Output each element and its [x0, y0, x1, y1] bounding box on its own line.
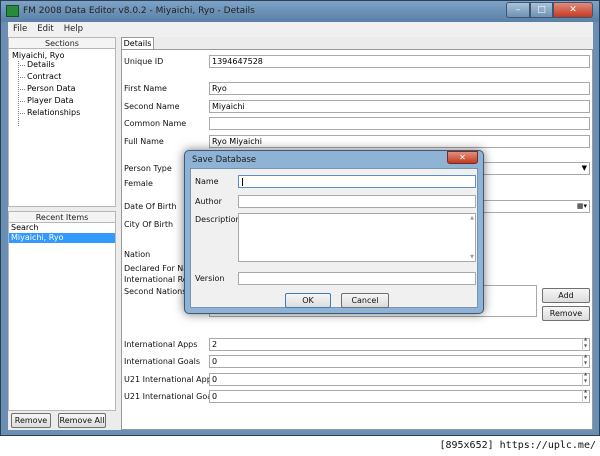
second-nations-label: Second Nations: [124, 287, 187, 296]
save-database-dialog: Save Database ✕ Name Author Description …: [184, 150, 484, 314]
recent-item-player[interactable]: Miyaichi, Ryo: [9, 233, 115, 243]
text-caret: [242, 178, 243, 186]
window-title: FM 2008 Data Editor v8.0.2 - Miyaichi, R…: [23, 6, 255, 16]
international-apps-field[interactable]: 2: [209, 338, 590, 351]
second-name-label: Second Name: [124, 102, 180, 111]
author-input[interactable]: [238, 195, 476, 208]
u21-apps-stepper[interactable]: [582, 371, 589, 386]
sections-header: Sections: [8, 37, 116, 49]
first-name-label: First Name: [124, 84, 167, 93]
u21-apps-label: U21 International Apps: [124, 375, 216, 384]
close-button[interactable]: ✕: [553, 2, 593, 18]
calendar-dropdown-icon[interactable]: ▦▾: [577, 201, 587, 212]
remove-second-nation-button[interactable]: Remove: [542, 306, 590, 321]
international-goals-stepper[interactable]: [582, 353, 589, 368]
menu-help[interactable]: Help: [59, 22, 88, 37]
person-type-label: Person Type: [124, 164, 172, 173]
tree-connector: [18, 113, 25, 114]
recent-remove-button[interactable]: Remove: [11, 413, 51, 428]
recent-items-panel: Recent Items Search Miyaichi, Ryo: [8, 211, 116, 411]
city-of-birth-label: City Of Birth: [124, 220, 174, 229]
chevron-down-icon: ▼: [581, 164, 587, 172]
international-goals-field[interactable]: 0: [209, 355, 590, 368]
full-name-field[interactable]: Ryo Miyaichi: [209, 135, 590, 148]
app-icon: [6, 5, 19, 17]
tree-connector: [18, 101, 25, 102]
tree-connector: [18, 77, 25, 78]
tree-connector: [18, 61, 19, 126]
recent-remove-all-button[interactable]: Remove All: [58, 413, 106, 428]
version-input[interactable]: [238, 272, 476, 285]
first-name-field[interactable]: Ryo: [209, 82, 590, 95]
section-relationships[interactable]: Relationships: [27, 108, 80, 117]
name-label: Name: [195, 177, 219, 186]
recent-items-list: Search Miyaichi, Ryo: [8, 223, 116, 411]
person-type-select[interactable]: ▼: [477, 162, 590, 175]
window-controls: – □ ✕: [506, 2, 593, 18]
unique-id-field[interactable]: 1394647528: [209, 55, 590, 68]
u21-goals-stepper[interactable]: [582, 388, 589, 403]
dialog-title: Save Database: [192, 155, 257, 165]
unique-id-label: Unique ID: [124, 57, 164, 66]
full-name-label: Full Name: [124, 137, 164, 146]
menu-file[interactable]: File: [8, 22, 32, 37]
date-of-birth-field[interactable]: ▦▾: [477, 200, 590, 213]
female-label: Female: [124, 179, 153, 188]
international-apps-stepper[interactable]: [582, 336, 589, 351]
international-goals-label: International Goals: [124, 357, 200, 366]
author-label: Author: [195, 197, 222, 206]
menu-bar: File Edit Help: [8, 22, 593, 37]
scroll-down-icon[interactable]: ▼: [470, 254, 474, 260]
recent-item-search[interactable]: Search: [9, 223, 115, 233]
nation-label: Nation: [124, 250, 151, 259]
cancel-button[interactable]: Cancel: [341, 293, 389, 308]
sections-tree: Miyaichi, Ryo Details Contract Person Da…: [8, 49, 116, 207]
section-person-data[interactable]: Person Data: [27, 84, 76, 93]
maximize-button[interactable]: □: [530, 2, 553, 18]
minimize-button[interactable]: –: [506, 2, 530, 18]
version-label: Version: [195, 274, 225, 283]
watermark-text: [895x652] https://uplc.me/: [439, 440, 596, 451]
title-bar[interactable]: FM 2008 Data Editor v8.0.2 - Miyaichi, R…: [1, 1, 599, 22]
add-second-nation-button[interactable]: Add: [542, 288, 590, 303]
tree-root-item[interactable]: Miyaichi, Ryo: [12, 51, 65, 60]
common-name-label: Common Name: [124, 119, 187, 128]
date-of-birth-label: Date Of Birth: [124, 202, 177, 211]
section-details[interactable]: Details: [27, 60, 55, 69]
description-textarea[interactable]: ▲ ▼: [238, 213, 476, 262]
ok-button[interactable]: OK: [285, 293, 331, 308]
menu-edit[interactable]: Edit: [32, 22, 58, 37]
name-input[interactable]: [238, 175, 476, 188]
dialog-close-button[interactable]: ✕: [447, 151, 478, 164]
international-apps-label: International Apps: [124, 340, 198, 349]
tree-connector: [18, 89, 25, 90]
recent-items-header: Recent Items: [8, 211, 116, 223]
description-label: Description: [195, 215, 241, 224]
left-pane: Sections Miyaichi, Ryo Details Contract …: [8, 37, 116, 430]
u21-goals-field[interactable]: 0: [209, 390, 590, 403]
common-name-field[interactable]: [209, 117, 590, 130]
scroll-up-icon[interactable]: ▲: [470, 215, 474, 221]
tree-connector: [18, 65, 25, 66]
dialog-body: Name Author Description ▲ ▼ Version OK C…: [190, 168, 478, 308]
section-contract[interactable]: Contract: [27, 72, 61, 81]
u21-goals-label: U21 International Goals: [124, 392, 219, 401]
sections-panel: Sections Miyaichi, Ryo Details Contract …: [8, 37, 116, 207]
section-player-data[interactable]: Player Data: [27, 96, 74, 105]
second-name-field[interactable]: Miyaichi: [209, 100, 590, 113]
u21-apps-field[interactable]: 0: [209, 373, 590, 386]
